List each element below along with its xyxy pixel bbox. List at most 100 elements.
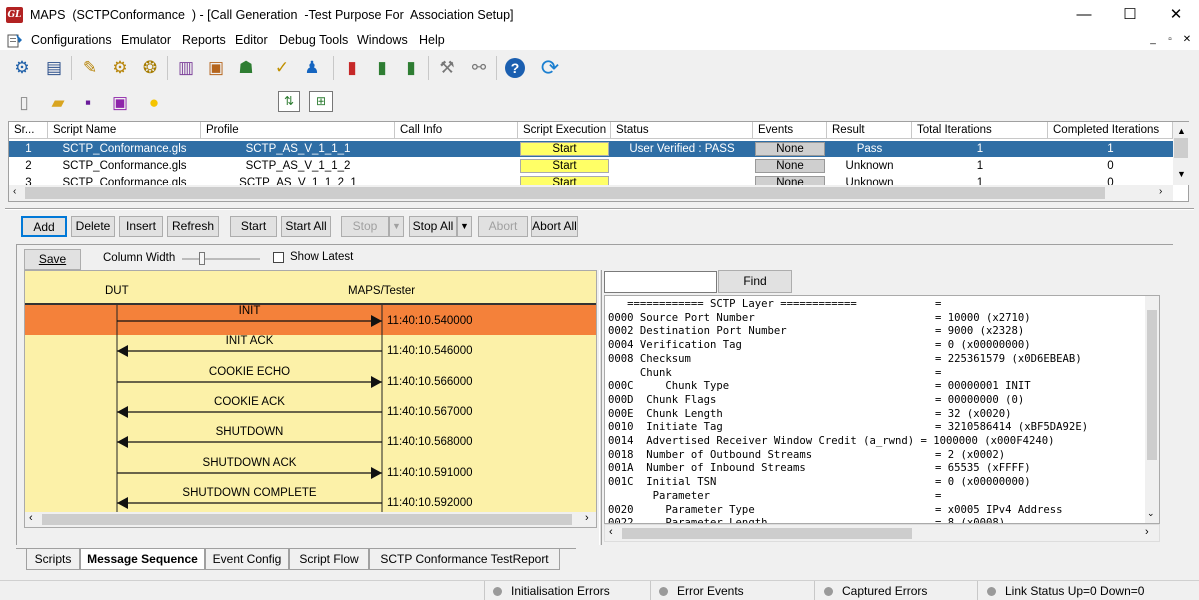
gears-icon[interactable]: ⚙ (106, 54, 134, 82)
col-header-sr[interactable]: Sr... (9, 122, 48, 139)
col-header-completed-iterations[interactable]: Completed Iterations (1048, 122, 1173, 139)
scroll-right-icon[interactable]: › (1159, 186, 1162, 197)
stop-all-dropdown-icon[interactable]: ▼ (457, 216, 472, 237)
lightbulb-icon[interactable]: ● (140, 89, 168, 117)
col-header-call-info[interactable]: Call Info (395, 122, 518, 139)
menu-debug-tools[interactable]: Debug Tools (279, 33, 348, 47)
scroll-thumb[interactable] (1174, 138, 1188, 158)
menu-editor[interactable]: Editor (235, 33, 268, 47)
decode-field-label[interactable]: 0018 Number of Outbound Streams (608, 449, 812, 461)
decode-field-value[interactable]: = 2 (x0002) (935, 449, 1005, 461)
stop-dropdown-icon[interactable]: ▼ (389, 216, 404, 237)
decode-field-value[interactable]: = 32 (x0020) (935, 408, 1012, 420)
decode-field-value[interactable]: = 0 (x00000000) (935, 339, 1031, 351)
message-label[interactable]: SHUTDOWN ACK (117, 457, 382, 469)
col-header-script-execution[interactable]: Script Execution (518, 122, 611, 139)
link-icon[interactable]: ⚒ (433, 54, 461, 82)
decode-field-value[interactable]: = (935, 490, 941, 502)
decode-field-label[interactable]: 0004 Verification Tag (608, 339, 742, 351)
help-icon[interactable]: ? (501, 54, 529, 82)
decode-field-label[interactable]: Parameter (608, 490, 710, 502)
stop-button[interactable]: Stop (341, 216, 389, 237)
decode-field-value[interactable]: = 3210586414 (xBF5DA92E) (935, 421, 1088, 433)
start-all-button[interactable]: Start All (281, 216, 331, 237)
message-label[interactable]: INIT (117, 305, 382, 317)
stop-all-button[interactable]: Stop All (409, 216, 457, 237)
doc-red-icon[interactable]: ▮ (338, 54, 366, 82)
doc-c-icon[interactable]: ▮ (368, 54, 396, 82)
decode-field-value[interactable]: = 9000 (x2328) (935, 325, 1024, 337)
layout-tree-icon[interactable]: ⊞ (309, 91, 333, 112)
decode-vertical-scrollbar[interactable]: ⌄ (1145, 296, 1159, 523)
mdi-close-button[interactable]: ✕ (1180, 33, 1194, 47)
events-cell-button[interactable]: None (755, 159, 825, 173)
tab-sctp-conformance-testreport[interactable]: SCTP Conformance TestReport (369, 549, 560, 570)
briefcase-icon[interactable]: ▣ (202, 54, 230, 82)
scroll-left-icon[interactable]: ‹ (609, 526, 613, 538)
menu-emulator[interactable]: Emulator (121, 33, 171, 47)
scroll-right-icon[interactable]: › (585, 512, 589, 524)
scroll-thumb[interactable] (42, 514, 572, 525)
abort-all-button[interactable]: Abort All (531, 216, 578, 237)
script-editor-icon[interactable]: ✎ (76, 54, 104, 82)
decode-field-label[interactable]: 0000 Source Port Number (608, 312, 755, 324)
notebook-icon[interactable]: ▤ (40, 54, 68, 82)
show-latest-checkbox[interactable] (273, 252, 284, 263)
minimize-button[interactable]: — (1061, 0, 1107, 30)
edit-check-icon[interactable]: ✓ (268, 54, 296, 82)
decode-field-label[interactable]: 0010 Initiate Tag (608, 421, 723, 433)
table-row[interactable]: 2 SCTP_Conformance.gls SCTP_AS_V_1_1_2 S… (9, 158, 1173, 174)
table-row[interactable]: 3 SCTP_Conformance.gls SCTP_AS_V_1_1_2_1… (9, 175, 1173, 185)
start-cell-button[interactable]: Start (520, 142, 609, 156)
col-header-status[interactable]: Status (611, 122, 753, 139)
decode-field-label[interactable]: ============ SCTP Layer ============ (608, 298, 857, 310)
multi-gears-icon[interactable]: ❂ (136, 54, 164, 82)
decode-field-value[interactable]: = (935, 298, 941, 310)
col-header-profile[interactable]: Profile (201, 122, 395, 139)
scroll-up-icon[interactable]: ▲ (1177, 126, 1186, 136)
find-input[interactable] (604, 271, 717, 293)
mdi-minimize-button[interactable]: _ (1146, 33, 1160, 47)
save-disk-icon[interactable]: ▪ (74, 89, 102, 117)
decode-field-value[interactable]: = 10000 (x2710) (935, 312, 1031, 324)
scroll-down-icon[interactable]: ⌄ (1147, 509, 1155, 519)
add-button[interactable]: Add (21, 216, 67, 237)
tab-script-flow[interactable]: Script Flow (289, 549, 369, 570)
grid-horizontal-scrollbar[interactable]: ‹ › (9, 185, 1173, 201)
message-label[interactable]: COOKIE ECHO (117, 366, 382, 378)
sequence-horizontal-scrollbar[interactable]: ‹ › (25, 512, 596, 527)
message-label[interactable]: INIT ACK (117, 335, 382, 347)
decode-field-value[interactable]: = 65535 (xFFFF) (935, 462, 1031, 474)
panel-splitter[interactable] (599, 270, 602, 545)
disconnect-icon[interactable]: ⚯ (465, 54, 493, 82)
col-header-total-iterations[interactable]: Total Iterations (912, 122, 1048, 139)
splitter[interactable] (5, 208, 1194, 210)
decode-horizontal-scrollbar[interactable]: ‹ › (604, 524, 1160, 542)
scroll-left-icon[interactable]: ‹ (29, 512, 33, 524)
tab-scripts[interactable]: Scripts (26, 549, 80, 570)
gear-icon[interactable]: ⚙ (8, 54, 36, 82)
refresh-button[interactable]: Refresh (167, 216, 219, 237)
tab-event-config[interactable]: Event Config (205, 549, 289, 570)
menu-configurations[interactable]: Configurations (31, 33, 112, 47)
start-cell-button[interactable]: Start (520, 176, 609, 185)
scroll-thumb[interactable] (1147, 310, 1157, 460)
col-header-script-name[interactable]: Script Name (48, 122, 201, 139)
decode-field-value[interactable]: = (935, 367, 941, 379)
decode-field-label[interactable]: 001C Initial TSN (608, 476, 716, 488)
grid-vertical-scrollbar[interactable]: ▲ ▼ (1173, 122, 1189, 185)
mdi-restore-button[interactable]: ▫ (1163, 33, 1177, 47)
layout-vertical-icon[interactable]: ⇅ (278, 91, 300, 112)
menu-reports[interactable]: Reports (182, 33, 226, 47)
scroll-right-icon[interactable]: › (1145, 526, 1149, 538)
scroll-thumb[interactable] (25, 187, 1105, 199)
decode-field-value[interactable]: = x0005 IPv4 Address (935, 504, 1063, 516)
table-row[interactable]: 1 SCTP_Conformance.gls SCTP_AS_V_1_1_1 S… (9, 141, 1173, 157)
col-header-events[interactable]: Events (753, 122, 827, 139)
open-folder-icon[interactable]: ▰ (44, 89, 72, 117)
delete-button[interactable]: Delete (71, 216, 115, 237)
new-file-icon[interactable]: ▯ (10, 89, 38, 117)
message-label[interactable]: SHUTDOWN (117, 426, 382, 438)
scroll-left-icon[interactable]: ‹ (13, 186, 16, 197)
decode-field-value[interactable]: = 8 (x0008) (935, 517, 1005, 523)
